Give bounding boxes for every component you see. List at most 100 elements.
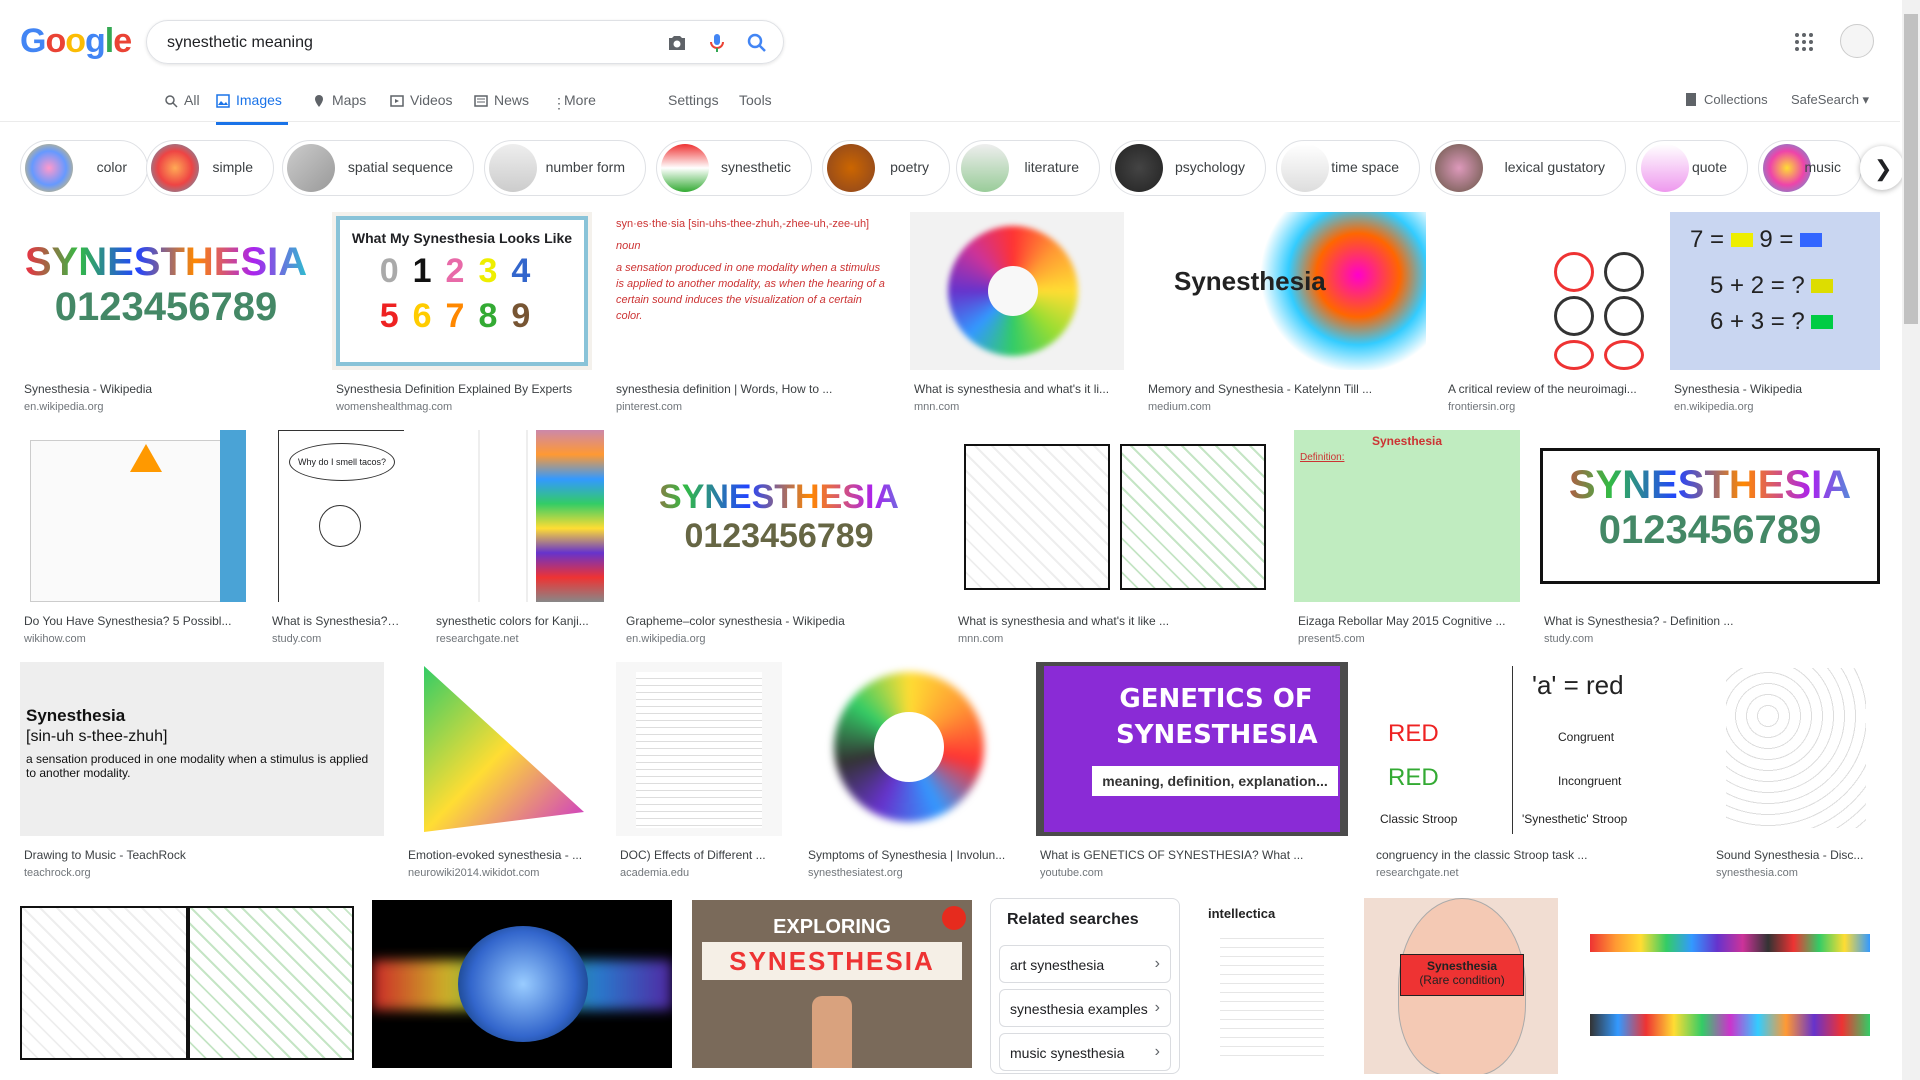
result-thumbnail[interactable] <box>616 662 782 836</box>
image-result[interactable]: 7 = 9 = 5 + 2 = ? 6 + 3 = ? Synesthesia … <box>1670 212 1880 420</box>
result-thumbnail[interactable]: syn·es·the·sia [sin-uhs-thee-zhuh,-zhee-… <box>612 212 892 370</box>
image-result[interactable]: EXPLORING SYNESTHESIA <box>692 900 972 1068</box>
chip-time-space[interactable]: time space <box>1276 140 1420 196</box>
image-result[interactable]: Symptoms of Synesthesia | Involun... syne… <box>804 662 1016 886</box>
result-title[interactable]: Grapheme–color synesthesia - Wikipedia <box>626 614 932 628</box>
image-result[interactable] <box>372 900 672 1068</box>
result-thumbnail[interactable]: GENETICS OF SYNESTHESIA meaning, definitio… <box>1036 662 1348 836</box>
image-result[interactable]: SYNESTHESIA 0123456789 What is Synesthesia… <box>1540 430 1880 652</box>
result-thumbnail[interactable] <box>804 662 1016 836</box>
result-title[interactable]: Memory and Synesthesia - Katelynn Till .… <box>1148 382 1422 396</box>
result-thumbnail[interactable] <box>20 430 246 602</box>
chip-color[interactable]: color <box>20 140 148 196</box>
image-result[interactable]: Synesthesia Definition: Eizaga Rebollar Ma… <box>1294 430 1520 652</box>
image-result[interactable]: Emotion-evoked synesthesia - ... neurowik… <box>404 662 596 886</box>
tools-link[interactable]: Tools <box>739 92 772 108</box>
collections-button[interactable]: Collections <box>1686 92 1768 107</box>
tab-maps[interactable]: Maps <box>312 88 366 122</box>
image-result[interactable]: Synesthesia [sin-uh s-thee-zhuh] a sensati… <box>20 662 384 886</box>
tab-videos[interactable]: Videos <box>390 88 453 122</box>
chip-number-form[interactable]: number form <box>484 140 646 196</box>
result-thumbnail[interactable]: SYNESTHESIA 0123456789 <box>622 430 936 602</box>
result-thumbnail[interactable] <box>1444 212 1648 370</box>
result-title[interactable]: What is Synesthesia? - Definition ... <box>1544 614 1876 628</box>
result-thumbnail[interactable]: SYNESTHESIA 0123456789 <box>20 212 312 370</box>
image-result[interactable]: GENETICS OF SYNESTHESIA meaning, definitio… <box>1036 662 1348 886</box>
scrollbar-thumb[interactable] <box>1904 14 1918 324</box>
chip-literature[interactable]: literature <box>956 140 1100 196</box>
chip-music[interactable]: music <box>1758 140 1862 196</box>
result-title[interactable]: synesthetic colors for Kanji... <box>436 614 600 628</box>
image-result[interactable]: Synesthesia Memory and Synesthesia - Kate… <box>1144 212 1426 420</box>
search-box[interactable] <box>146 20 784 64</box>
image-result[interactable] <box>20 906 354 1060</box>
result-title[interactable]: Sound Synesthesia - Disc... <box>1716 848 1876 862</box>
result-thumbnail[interactable]: Synesthesia <box>1144 212 1426 370</box>
tab-images[interactable]: Images <box>216 88 288 125</box>
safesearch-menu[interactable]: SafeSearch ▾ <box>1791 92 1869 108</box>
result-thumbnail[interactable]: Why do I smell tacos? <box>268 430 404 602</box>
tab-more[interactable]: ⋮More <box>552 88 596 122</box>
result-title[interactable]: synesthesia definition | Words, How to .… <box>616 382 888 396</box>
result-thumbnail[interactable]: Synesthesia [sin-uh s-thee-zhuh] a sensati… <box>20 662 384 836</box>
google-logo[interactable]: Google <box>20 22 132 61</box>
search-icon[interactable] <box>745 31 769 55</box>
result-thumbnail[interactable]: 7 = 9 = 5 + 2 = ? 6 + 3 = ? <box>1670 212 1880 370</box>
result-thumbnail[interactable]: 'a' = red RED RED Congruent Incongruent Class… <box>1372 662 1692 836</box>
image-result[interactable]: synesthetic colors for Kanji... researchg… <box>432 430 604 652</box>
related-item[interactable]: art synesthesia › <box>999 945 1171 983</box>
image-result[interactable]: DOC) Effects of Different ... academia.ed… <box>616 662 782 886</box>
image-result[interactable]: What is synesthesia and what's it like .… <box>954 430 1272 652</box>
result-title[interactable]: DOC) Effects of Different ... <box>620 848 778 862</box>
result-title[interactable]: What is synesthesia and what's it li... <box>914 382 1120 396</box>
image-result[interactable]: Why do I smell tacos? What is Synesthesia… <box>268 430 404 652</box>
image-result[interactable]: SYNESTHESIA 0123456789 Synesthesia - Wikip… <box>20 212 312 420</box>
apps-grid-icon[interactable] <box>1794 32 1814 57</box>
image-result[interactable]: Synesthesia (Rare condition) <box>1364 898 1558 1074</box>
result-thumbnail[interactable] <box>954 430 1272 602</box>
chip-quote[interactable]: quote <box>1636 140 1748 196</box>
result-thumbnail[interactable]: SYNESTHESIA 0123456789 <box>1540 430 1880 602</box>
result-title[interactable]: Synesthesia - Wikipedia <box>1674 382 1876 396</box>
image-result[interactable]: intellectica <box>1200 898 1344 1074</box>
result-title[interactable]: Do You Have Synesthesia? 5 Possibl... <box>24 614 242 628</box>
image-result[interactable]: What is synesthesia and what's it li... m… <box>910 212 1124 420</box>
result-title[interactable]: What is GENETICS OF SYNESTHESIA? What ..… <box>1040 848 1344 862</box>
image-result[interactable]: What My Synesthesia Looks Like 01234 56789… <box>332 212 592 420</box>
result-thumbnail[interactable] <box>432 430 604 602</box>
chip-poetry[interactable]: poetry <box>822 140 950 196</box>
result-title[interactable]: congruency in the classic Stroop task ..… <box>1376 848 1688 862</box>
image-result[interactable]: Sound Synesthesia - Disc... synesthesia.c… <box>1712 662 1880 886</box>
result-title[interactable]: Emotion-evoked synesthesia - ... <box>408 848 592 862</box>
tab-news[interactable]: News <box>474 88 529 122</box>
result-title[interactable]: Drawing to Music - TeachRock <box>24 848 380 862</box>
result-title[interactable]: Synesthesia - Wikipedia <box>24 382 308 396</box>
image-result[interactable]: SYNESTHESIA 0123456789 Grapheme–color syne… <box>622 430 936 652</box>
result-title[interactable]: Symptoms of Synesthesia | Involun... <box>808 848 1012 862</box>
chip-simple[interactable]: simple <box>146 140 274 196</box>
image-result[interactable]: syn·es·the·sia [sin-uhs-thee-zhuh,-zhee-… <box>612 212 892 420</box>
image-result[interactable] <box>1580 898 1880 1074</box>
result-thumbnail[interactable] <box>1712 662 1880 836</box>
result-title[interactable]: Eizaga Rebollar May 2015 Cognitive ... <box>1298 614 1516 628</box>
chip-psychology[interactable]: psychology <box>1110 140 1266 196</box>
tab-all[interactable]: All <box>164 88 200 122</box>
result-thumbnail[interactable] <box>404 662 596 836</box>
result-thumbnail[interactable] <box>910 212 1124 370</box>
avatar[interactable] <box>1840 24 1874 58</box>
result-title[interactable]: Synesthesia Definition Explained By Expe… <box>336 382 588 396</box>
chip-spatial-sequence[interactable]: spatial sequence <box>282 140 474 196</box>
result-thumbnail[interactable]: What My Synesthesia Looks Like 01234 56789 <box>332 212 592 370</box>
search-input[interactable] <box>165 31 609 55</box>
image-result[interactable]: A critical review of the neuroimagi... fr… <box>1444 212 1648 420</box>
settings-link[interactable]: Settings <box>668 92 719 108</box>
image-result[interactable]: Do You Have Synesthesia? 5 Possibl... wik… <box>20 430 246 652</box>
related-item[interactable]: music synesthesia › <box>999 1033 1171 1071</box>
camera-icon[interactable] <box>665 31 689 55</box>
chip-synesthetic[interactable]: synesthetic <box>656 140 812 196</box>
result-title[interactable]: What is Synesthesia? ... <box>272 614 400 628</box>
microphone-icon[interactable] <box>705 31 729 55</box>
result-title[interactable]: A critical review of the neuroimagi... <box>1448 382 1644 396</box>
image-result[interactable]: 'a' = red RED RED Congruent Incongruent Class… <box>1372 662 1692 886</box>
chip-lexical-gustatory[interactable]: lexical gustatory <box>1430 140 1626 196</box>
